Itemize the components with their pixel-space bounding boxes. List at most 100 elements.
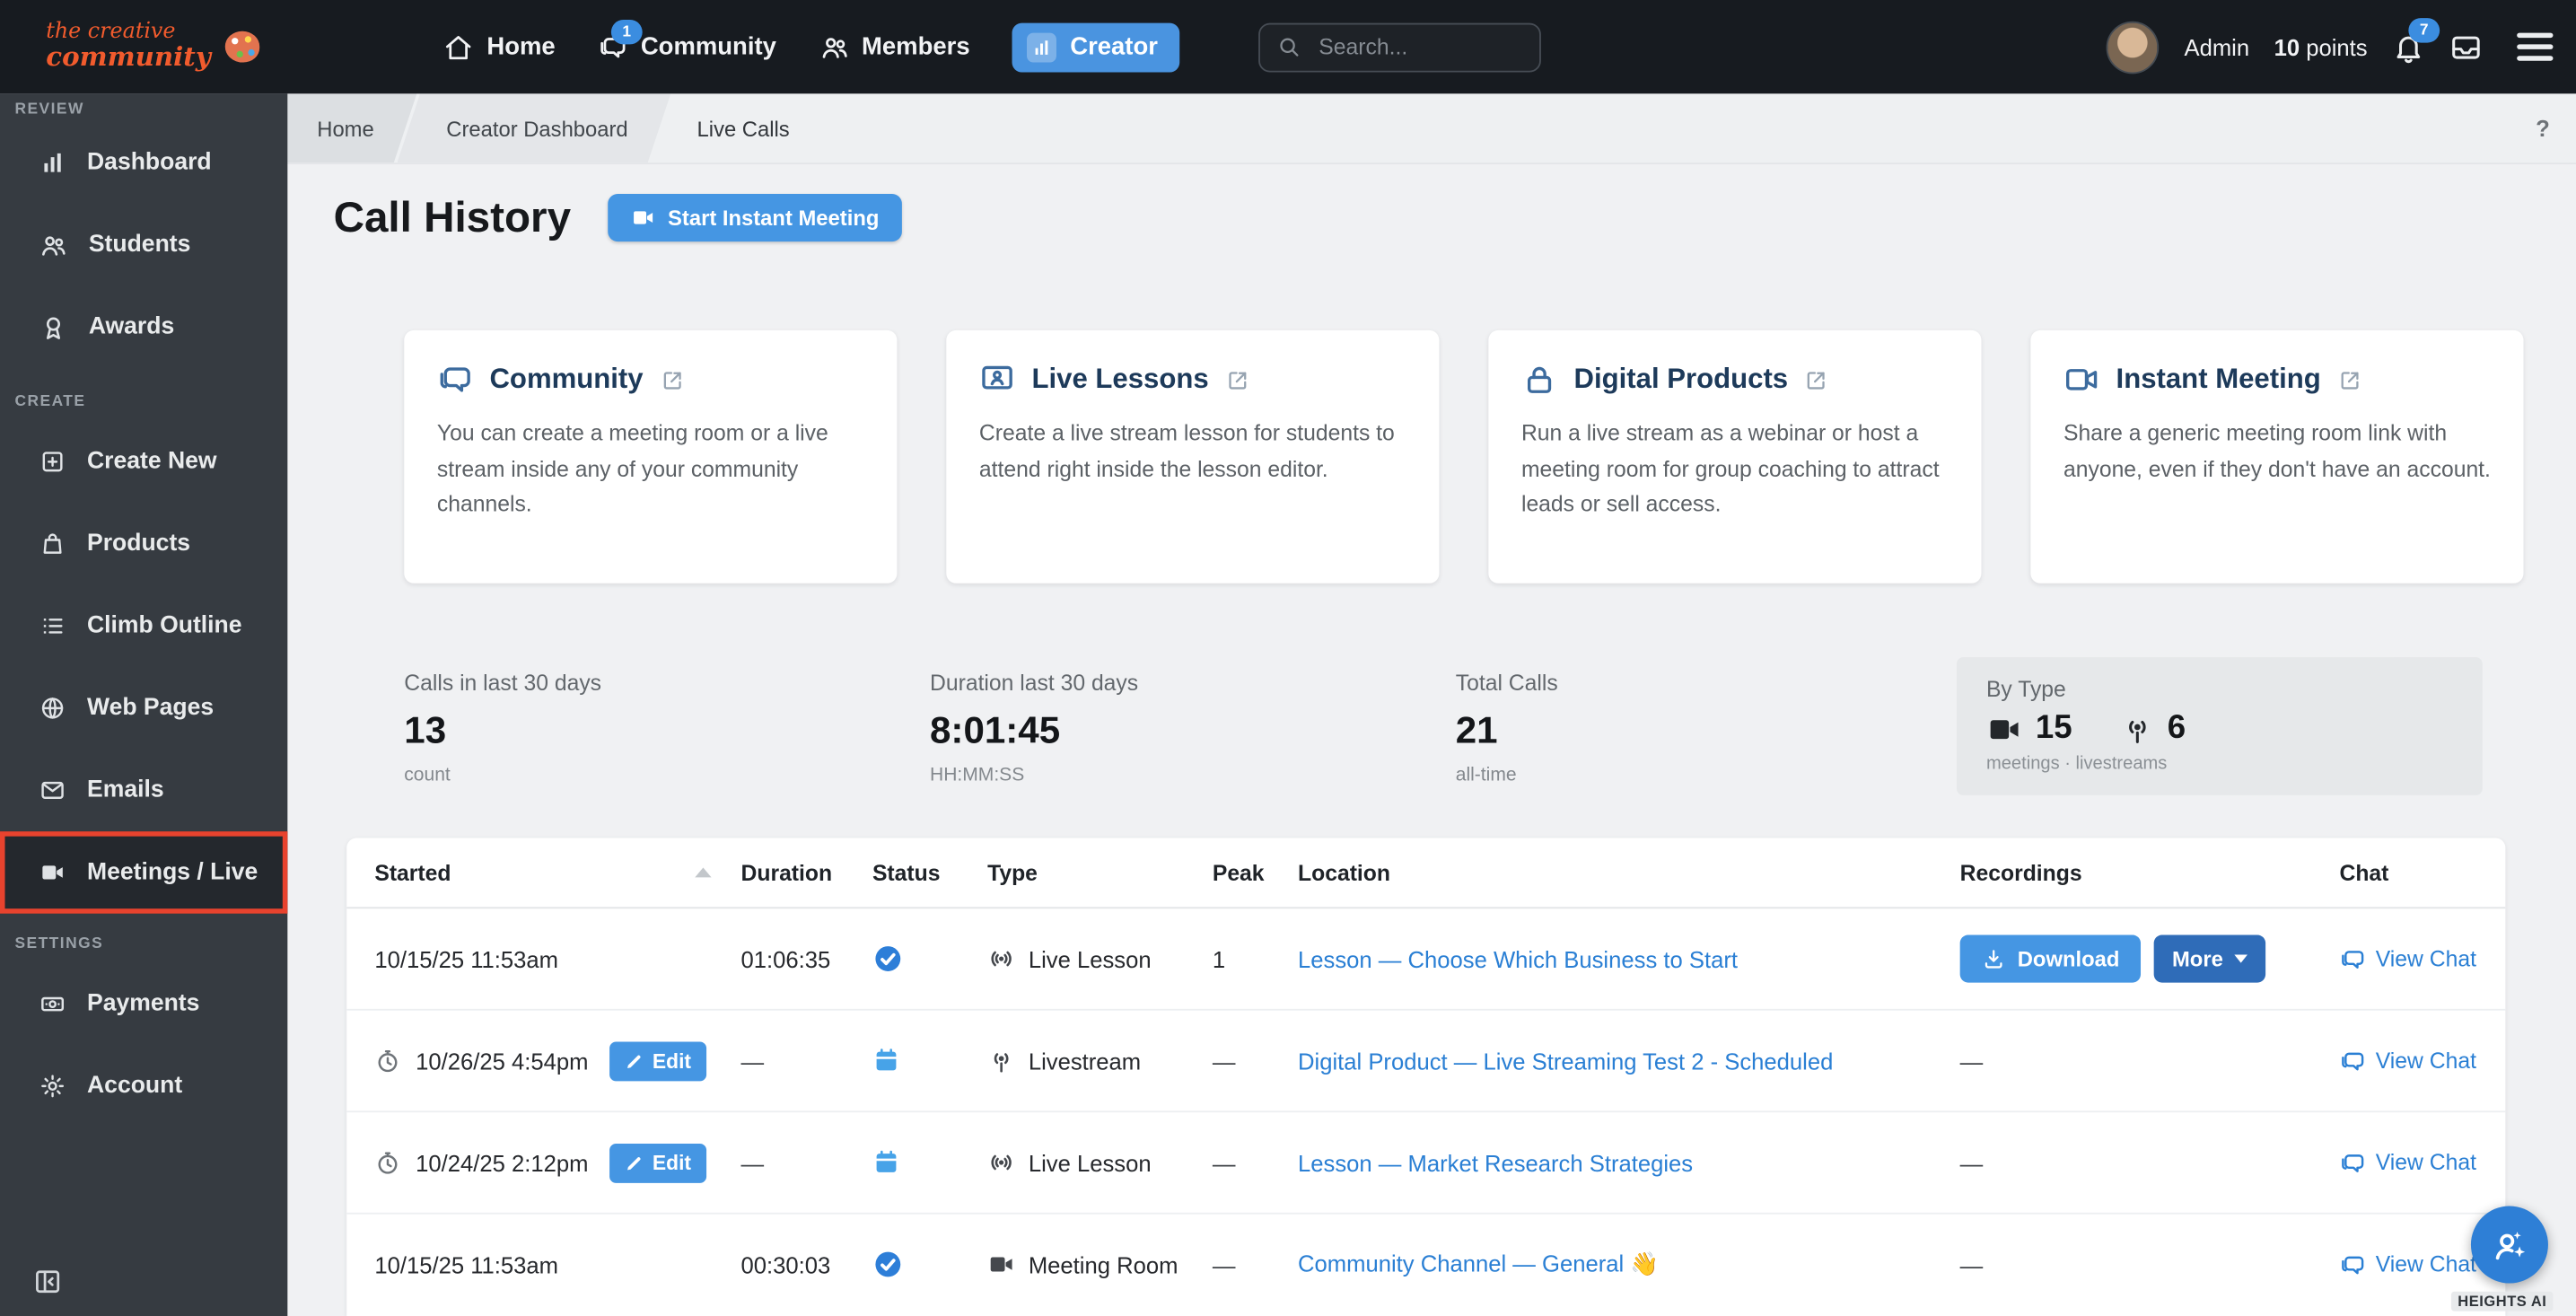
breadcrumb-home-label: Home bbox=[317, 116, 373, 140]
sidebar-item-label: Climb Outline bbox=[87, 613, 242, 639]
live-lesson-icon bbox=[987, 944, 1015, 972]
location-link[interactable]: Lesson — Market Research Strategies bbox=[1298, 1149, 1693, 1175]
column-header-duration[interactable]: Duration bbox=[741, 860, 872, 884]
column-header-type[interactable]: Type bbox=[987, 860, 1213, 884]
sidebar-item-meetings-live[interactable]: Meetings / Live bbox=[0, 831, 287, 914]
nav-members[interactable]: Members bbox=[819, 32, 969, 62]
nav-home[interactable]: Home bbox=[444, 32, 556, 62]
column-header-chat[interactable]: Chat bbox=[2339, 860, 2477, 884]
external-link-icon[interactable] bbox=[2337, 367, 2361, 391]
start-instant-meeting-button[interactable]: Start Instant Meeting bbox=[607, 194, 902, 241]
sidebar-item-web-pages[interactable]: Web Pages bbox=[0, 667, 287, 750]
sidebar-item-account[interactable]: Account bbox=[0, 1045, 287, 1127]
sidebar-item-students[interactable]: Students bbox=[0, 204, 287, 286]
search-input[interactable] bbox=[1316, 33, 1523, 61]
community-badge: 1 bbox=[611, 19, 643, 43]
view-chat-link[interactable]: View Chat bbox=[2339, 1048, 2477, 1074]
breadcrumb-creator-dashboard[interactable]: Creator Dashboard bbox=[397, 93, 670, 162]
avatar[interactable] bbox=[2107, 21, 2160, 74]
card-title: Instant Meeting bbox=[2116, 364, 2321, 397]
type-label: Live Lesson bbox=[1029, 945, 1152, 971]
ai-sparkle-user-icon bbox=[2490, 1225, 2529, 1265]
sidebar-section-review: REVIEW bbox=[0, 95, 287, 121]
chat-icon bbox=[2339, 945, 2365, 971]
meetings-camera-icon bbox=[1986, 711, 2022, 747]
recordings-value: — bbox=[1960, 1149, 2340, 1175]
topbar-right: Admin 10 points 7 bbox=[2107, 21, 2553, 74]
sidebar-item-label: Web Pages bbox=[87, 695, 214, 721]
edit-button[interactable]: Edit bbox=[609, 1041, 705, 1081]
app: the creative community Home 1 Community … bbox=[0, 0, 2576, 1316]
view-chat-link[interactable]: View Chat bbox=[2339, 1251, 2477, 1277]
type-label: Live Lesson bbox=[1029, 1149, 1152, 1175]
plus-square-icon bbox=[39, 449, 66, 475]
nav-home-label: Home bbox=[486, 33, 555, 61]
edit-label: Edit bbox=[653, 1049, 691, 1073]
table-header: Started Duration Status Type Peak Locati… bbox=[346, 838, 2505, 909]
notifications-badge: 7 bbox=[2408, 17, 2440, 41]
sidebar-item-dashboard[interactable]: Dashboard bbox=[0, 121, 287, 204]
sort-asc-icon bbox=[695, 867, 711, 877]
external-link-icon[interactable] bbox=[1804, 367, 1828, 391]
heights-ai-label: HEIGHTS AI bbox=[2451, 1292, 2554, 1312]
sidebar-item-label: Dashboard bbox=[87, 150, 212, 176]
user-name: Admin bbox=[2184, 34, 2249, 60]
heights-ai-fab[interactable] bbox=[2471, 1206, 2548, 1284]
view-chat-link[interactable]: View Chat bbox=[2339, 945, 2477, 971]
location-link[interactable]: Digital Product — Live Streaming Test 2 … bbox=[1298, 1048, 1833, 1074]
edit-button[interactable]: Edit bbox=[609, 1143, 705, 1182]
dashboard-icon bbox=[39, 150, 66, 176]
sidebar-collapse-button[interactable] bbox=[33, 1267, 63, 1296]
help-button[interactable]: ? bbox=[2536, 93, 2550, 162]
main-area: Home Creator Dashboard Live Calls ? Call… bbox=[287, 93, 2576, 1316]
sidebar-item-emails[interactable]: Emails bbox=[0, 750, 287, 832]
card-description: You can create a meeting room or a live … bbox=[437, 416, 864, 522]
column-header-recordings[interactable]: Recordings bbox=[1960, 860, 2340, 884]
sidebar-item-awards[interactable]: Awards bbox=[0, 285, 287, 368]
external-link-icon[interactable] bbox=[1225, 367, 1249, 391]
page-title: Call History bbox=[334, 192, 571, 243]
lesson-screen-icon bbox=[979, 362, 1015, 398]
download-button[interactable]: Download bbox=[1960, 934, 2142, 982]
inbox-icon[interactable] bbox=[2449, 31, 2483, 64]
stats-row: Calls in last 30 days 13 count Duration … bbox=[404, 657, 2523, 805]
type-label: Livestream bbox=[1029, 1048, 1141, 1074]
nav-creator[interactable]: Creator bbox=[1012, 22, 1179, 72]
sidebar-item-payments[interactable]: Payments bbox=[0, 963, 287, 1046]
logo[interactable]: the creative community bbox=[46, 22, 260, 72]
column-header-location[interactable]: Location bbox=[1298, 860, 1960, 884]
collapse-sidebar-icon bbox=[33, 1267, 63, 1296]
notifications-button[interactable]: 7 bbox=[2392, 31, 2425, 64]
chat-icon bbox=[2339, 1251, 2365, 1277]
logo-line1: the creative bbox=[46, 22, 211, 43]
hamburger-menu-icon[interactable] bbox=[2517, 33, 2553, 61]
breadcrumb-home[interactable]: Home bbox=[287, 93, 416, 162]
sidebar-item-climb-outline[interactable]: Climb Outline bbox=[0, 585, 287, 668]
started-value: 10/15/25 11:53am bbox=[374, 945, 558, 971]
view-chat-label: View Chat bbox=[2376, 1048, 2476, 1073]
more-button[interactable]: More bbox=[2154, 934, 2266, 982]
location-link[interactable]: Lesson — Choose Which Business to Start bbox=[1298, 945, 1738, 971]
sidebar-item-products[interactable]: Products bbox=[0, 503, 287, 585]
completed-check-icon bbox=[872, 1249, 904, 1280]
logo-line2: community bbox=[46, 43, 211, 72]
completed-check-icon bbox=[872, 943, 904, 975]
sidebar-item-create-new[interactable]: Create New bbox=[0, 421, 287, 504]
stat-value: 13 bbox=[404, 708, 897, 752]
card-community: Community You can create a meeting room … bbox=[404, 330, 897, 583]
palette-icon bbox=[225, 31, 259, 63]
search-box[interactable] bbox=[1258, 22, 1541, 72]
location-link[interactable]: Community Channel — General 👋 bbox=[1298, 1250, 1659, 1277]
column-header-status[interactable]: Status bbox=[872, 860, 987, 884]
view-chat-link[interactable]: View Chat bbox=[2339, 1149, 2477, 1175]
points-value: 10 bbox=[2274, 34, 2300, 60]
top-navbar: the creative community Home 1 Community … bbox=[0, 0, 2576, 93]
sidebar-item-label: Products bbox=[87, 531, 190, 557]
sidebar-item-label: Account bbox=[87, 1073, 182, 1099]
column-header-peak[interactable]: Peak bbox=[1213, 860, 1298, 884]
external-link-icon[interactable] bbox=[660, 367, 684, 391]
nav-community[interactable]: 1 Community bbox=[598, 32, 776, 62]
sidebar-section-settings: SETTINGS bbox=[0, 924, 287, 963]
column-header-started[interactable]: Started bbox=[374, 860, 740, 884]
stat-duration-30-days: Duration last 30 days 8:01:45 HH:MM:SS bbox=[930, 671, 1423, 785]
